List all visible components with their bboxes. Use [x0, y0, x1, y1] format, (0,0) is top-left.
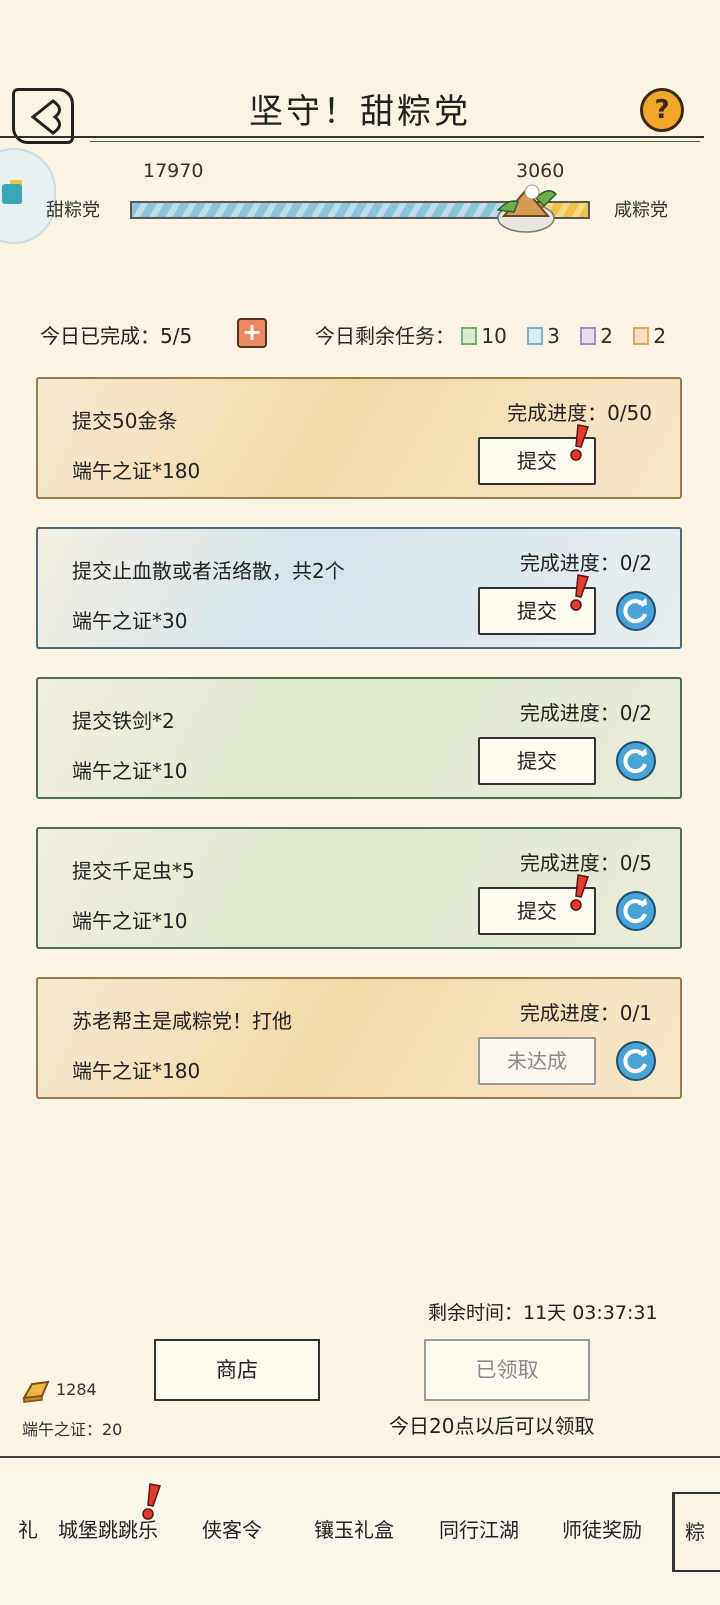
blue-task-icon: [527, 327, 544, 345]
alert-icon: [570, 874, 589, 911]
daily-completed: 今日已完成：5/5: [40, 324, 193, 348]
task-progress: 完成进度：0/2: [519, 551, 652, 575]
task-card: 提交千足虫*5 端午之证*10 完成进度：0/5 提交: [36, 827, 682, 949]
claimed-button[interactable]: 已领取: [424, 1339, 590, 1401]
green-task-icon: [461, 327, 478, 345]
tab-gift[interactable]: 礼: [18, 1514, 38, 1543]
zongzi-icon: [496, 184, 558, 233]
remaining-label: 今日剩余任务：: [315, 324, 455, 348]
task-progress: 完成进度：0/2: [519, 701, 652, 725]
add-tasks-button[interactable]: +: [237, 318, 267, 348]
task-name: 苏老帮主是咸粽党！打他: [72, 1009, 292, 1033]
task-progress: 完成进度：0/50: [507, 401, 652, 425]
refresh-icon: [623, 748, 647, 774]
task-card: 提交铁剑*2 端午之证*10 完成进度：0/2 提交: [36, 677, 682, 799]
task-progress: 完成进度：0/1: [519, 1001, 652, 1025]
gold-count: 1284: [56, 1380, 97, 1399]
tab-zongzi[interactable]: 粽: [672, 1492, 720, 1572]
task-reward: 端午之证*10: [72, 909, 188, 933]
tab-zongzi-label: 粽: [685, 1520, 705, 1544]
task-name: 提交铁剑*2: [72, 709, 175, 733]
blue-task-count: 3: [547, 324, 560, 348]
submit-button[interactable]: 提交: [478, 737, 596, 785]
green-task-count: 10: [481, 324, 507, 348]
task-card: 苏老帮主是咸粽党！打他 端午之证*180 完成进度：0/1 未达成: [36, 977, 682, 1099]
tab-jade-box[interactable]: 镶玉礼盒: [314, 1514, 394, 1543]
tab-divider: [0, 1456, 720, 1458]
sweet-count: 17970: [143, 160, 204, 182]
task-card: 提交50金条 端午之证*180 完成进度：0/50 提交: [36, 377, 682, 499]
salty-party-label: 咸粽党: [614, 200, 668, 221]
task-name: 提交50金条: [72, 409, 178, 433]
refresh-icon: [623, 1048, 647, 1074]
task-card: 提交止血散或者活络散，共2个 端午之证*30 完成进度：0/2 提交: [36, 527, 682, 649]
help-button[interactable]: ?: [640, 88, 684, 132]
alert-icon: [570, 424, 589, 461]
header-divider: [0, 136, 704, 138]
tab-mentor-reward[interactable]: 师徒奖励: [562, 1514, 642, 1543]
alert-icon: [570, 574, 589, 611]
tab-travel-together[interactable]: 同行江湖: [439, 1514, 519, 1543]
refresh-icon: [623, 598, 647, 624]
sweet-party-label: 甜粽党: [46, 200, 100, 221]
gold-bar-icon: [22, 1380, 50, 1403]
orange-task-count: 2: [653, 324, 667, 348]
refresh-icon: [623, 898, 647, 924]
not-reached-button[interactable]: 未达成: [478, 1037, 596, 1085]
remaining-time: 剩余时间：11天 03:37:31: [428, 1302, 658, 1324]
shop-button[interactable]: 商店: [154, 1339, 320, 1401]
orange-task-icon: [633, 327, 650, 345]
refresh-button[interactable]: [616, 891, 656, 931]
tab-xiake-token[interactable]: 侠客令: [202, 1514, 262, 1543]
purple-task-icon: [580, 327, 597, 345]
remaining-tasks: 今日剩余任务： 10 3 2 2: [315, 320, 680, 349]
task-progress: 完成进度：0/5: [519, 851, 652, 875]
task-reward: 端午之证*180: [72, 459, 201, 483]
header-divider-thin: [90, 141, 700, 142]
task-reward: 端午之证*30: [72, 609, 188, 633]
alert-icon: [142, 1483, 161, 1520]
task-name: 提交千足虫*5: [72, 859, 195, 883]
task-name: 提交止血散或者活络散，共2个: [72, 559, 345, 583]
task-reward: 端午之证*10: [72, 759, 188, 783]
purple-task-count: 2: [600, 324, 613, 348]
claim-note: 今日20点以后可以领取: [389, 1414, 595, 1438]
refresh-button[interactable]: [616, 741, 656, 781]
page-title: 坚守！甜粽党: [249, 92, 471, 132]
refresh-button[interactable]: [616, 1041, 656, 1081]
refresh-button[interactable]: [616, 591, 656, 631]
task-reward: 端午之证*180: [72, 1059, 201, 1083]
certificate-count: 端午之证：20: [22, 1420, 123, 1439]
